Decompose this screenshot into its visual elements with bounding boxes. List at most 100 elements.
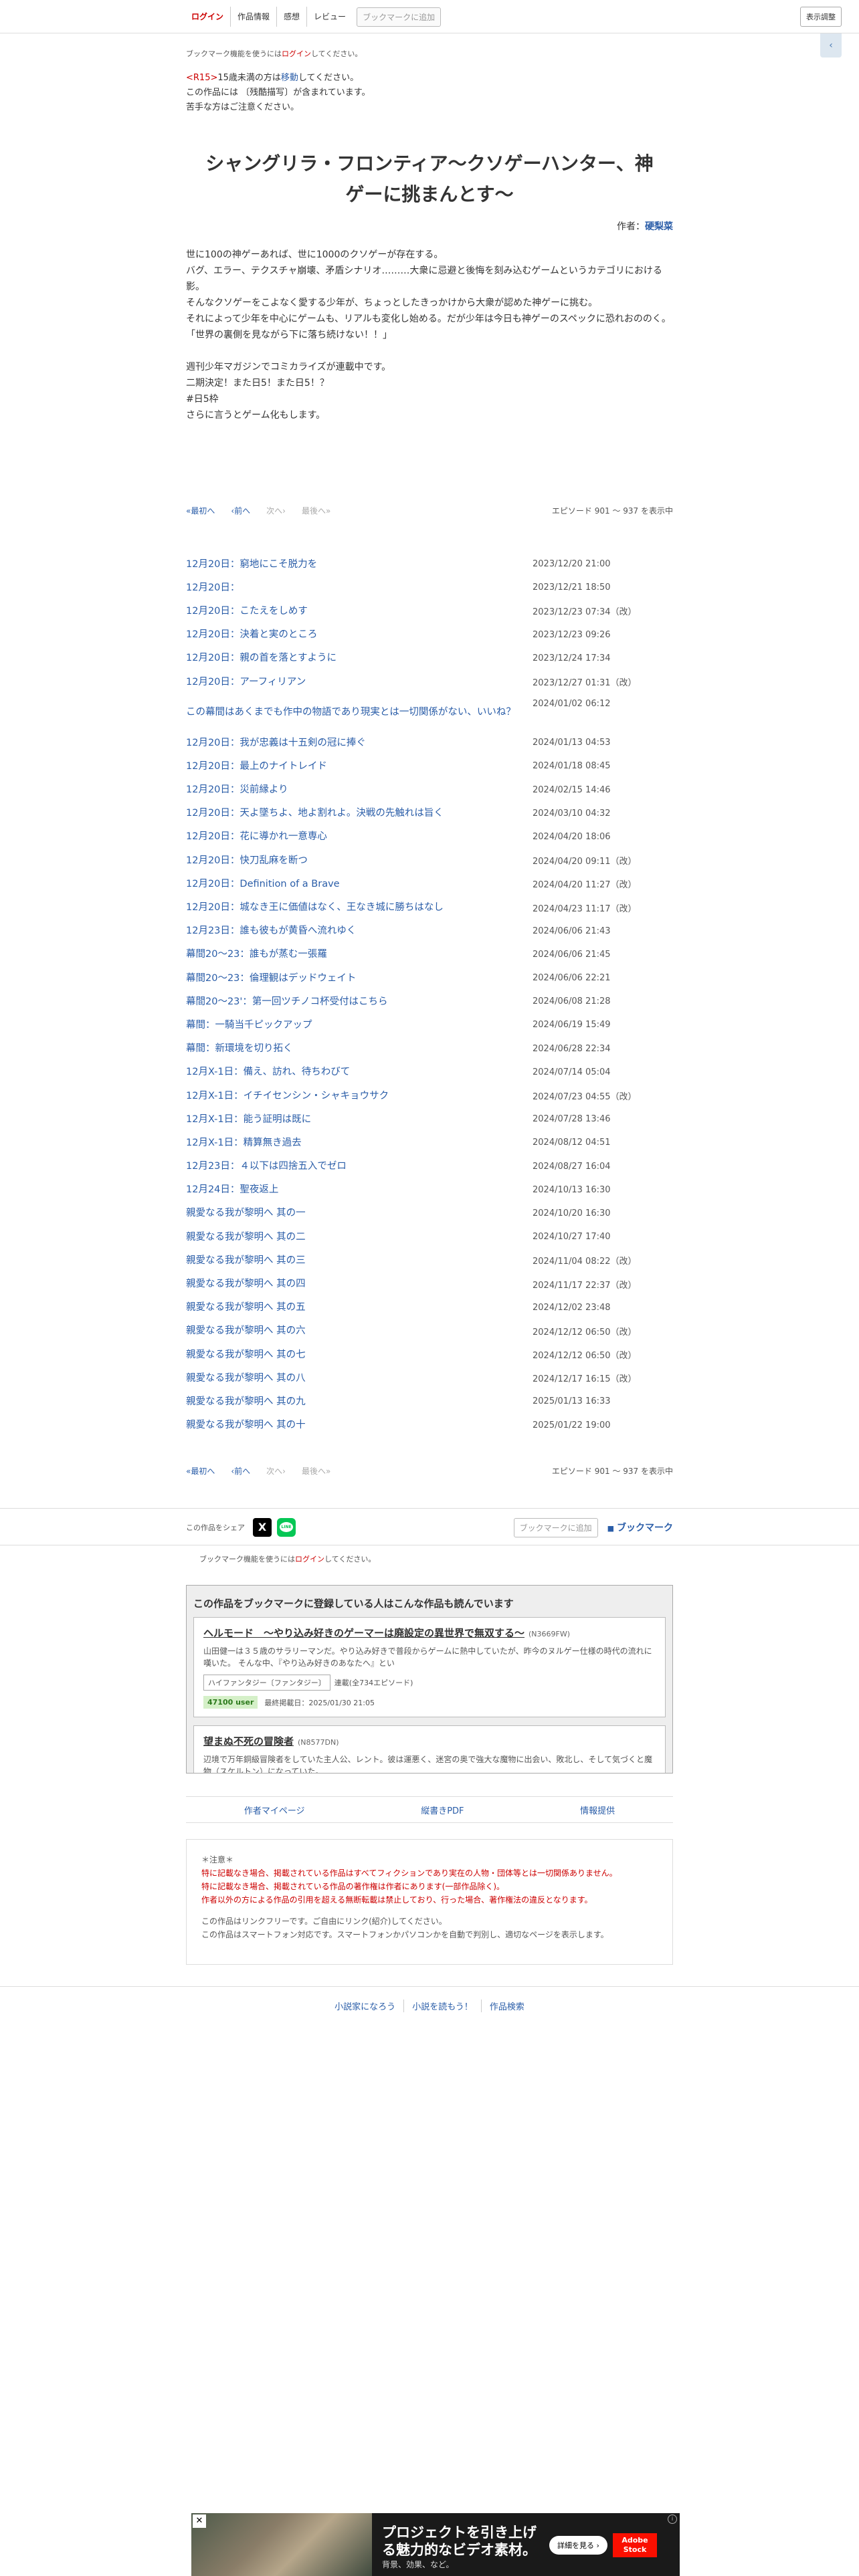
episode-date: 2024/01/13 04:53 (533, 738, 611, 748)
pager-first-link[interactable]: «最初へ (186, 1465, 215, 1477)
episode-title-link[interactable]: 12月20日：Definition of a Brave (186, 877, 534, 891)
episode-title-link[interactable]: 12月X-1日：精算無き過去 (186, 1136, 534, 1150)
episode-row: 12月20日：親の首を落とすように 2023/12/24 17:34 (186, 647, 673, 670)
episode-title-link[interactable]: 12月20日：窮地にこそ脱力を (186, 558, 534, 571)
episode-title-link[interactable]: 親愛なる我が黎明へ 其の五 (186, 1301, 534, 1314)
notice-login-link[interactable]: ログイン (295, 1555, 324, 1564)
episode-title-link[interactable]: 12月23日：誰も彼もが黄昏へ流れゆく (186, 924, 534, 938)
episode-title-link[interactable]: 12月20日：災前縁より (186, 783, 534, 796)
episode-date: 2024/01/18 08:45 (533, 761, 611, 772)
recommendation-title-link[interactable]: ヘルモード 〜やり込み好きのゲーマーは廃設定の異世界で無双する〜 (203, 1627, 524, 1639)
author-link[interactable]: 硬梨菜 (645, 221, 673, 232)
side-panel-toggle-icon[interactable]: ‹ (820, 33, 842, 58)
bookmark-link[interactable]: ブックマーク (607, 1521, 673, 1534)
episode-title-link[interactable]: 親愛なる我が黎明へ 其の十 (186, 1418, 534, 1432)
episode-title-link[interactable]: 親愛なる我が黎明へ 其の一 (186, 1206, 534, 1220)
episode-date: 2024/04/20 09:11（改） (533, 857, 637, 867)
episode-title-link[interactable]: 12月20日：決着と実のところ (186, 628, 534, 641)
bookmark-add-button[interactable]: ブックマークに追加 (357, 7, 442, 27)
line-share-icon[interactable]: LINE (277, 1518, 296, 1537)
display-settings-button[interactable]: 表示調整 (800, 7, 842, 27)
episode-row: 幕間20〜23'：第一回ツチノコ杯受付はこちら 2024/06/08 21:28 (186, 990, 673, 1013)
share-bookmark-add-button[interactable]: ブックマークに追加 (513, 1517, 598, 1537)
pager-prev-link[interactable]: ‹前へ (231, 1465, 250, 1477)
ad-cta-button[interactable]: 詳細を見る › (549, 2536, 607, 2555)
episode-date: 2023/12/20 21:00 (533, 559, 611, 570)
episode-date: 2024/06/06 21:45 (533, 949, 611, 960)
x-share-icon[interactable]: X (253, 1518, 272, 1537)
episode-title-link[interactable]: 幕間20〜23：倫理観はデッドウェイト (186, 972, 534, 985)
vertical-pdf-link[interactable]: 縦書きPDF (421, 1804, 464, 1816)
episode-title-link[interactable]: 12月X-1日：備え、訪れ、待ちわびて (186, 1065, 534, 1079)
episode-row: 幕間：新環境を切り拓く 2024/06/28 22:34 (186, 1037, 673, 1061)
episode-title-link[interactable]: 12月X-1日：能う証明は既に (186, 1113, 534, 1126)
pager-first-link[interactable]: «最初へ (186, 505, 215, 516)
recommendation-card[interactable]: 望まぬ不死の冒険者 (N8577DN) 辺境で万年銅級冒険者をしていた主人公、レン… (193, 1725, 666, 1773)
episode-row: 親愛なる我が黎明へ 其の八 2024/12/17 16:15（改） (186, 1366, 673, 1390)
rating-caution: 苦手な方はご注意ください。 (186, 102, 300, 112)
episode-title-link[interactable]: 親愛なる我が黎明へ 其の二 (186, 1230, 534, 1244)
rating-warning: この作品には 〔残酷描写〕が含まれています。 (186, 88, 371, 98)
episode-title-link[interactable]: 12月20日： (186, 581, 534, 595)
episode-title-link[interactable]: 12月20日：こたえをしめす (186, 605, 534, 618)
advertisement-banner[interactable]: ✕ プロジェクトを引き上げる魅力的なビデオ素材。 背景、効果、など。 詳細を見る… (191, 2513, 680, 2576)
login-link[interactable]: ログイン (185, 7, 231, 27)
impression-link[interactable]: 感想 (277, 7, 308, 27)
footer-link-narou[interactable]: 小説家になろう (326, 2000, 405, 2012)
recommendation-ncode: (N8577DN) (298, 1738, 339, 1747)
episode-title-link[interactable]: 12月20日：天よ墜ちよ、地よ割れよ。決戦の先触れは旨く (186, 807, 534, 820)
episode-title-link[interactable]: 幕間：一騎当千ピックアップ (186, 1018, 534, 1032)
episode-date: 2024/06/06 22:21 (533, 973, 611, 984)
footer-link-yomou[interactable]: 小説を読もう！ (404, 2000, 482, 2012)
episode-title-link[interactable]: 親愛なる我が黎明へ 其の四 (186, 1277, 534, 1291)
author-line: 作者：硬梨菜 (186, 219, 673, 233)
episode-date: 2024/06/28 22:34 (533, 1043, 611, 1054)
episode-title-link[interactable]: 12月20日：花に導かれ一意専心 (186, 830, 534, 843)
episode-title-link[interactable]: 12月23日：４以下は四捨五入でゼロ (186, 1160, 534, 1173)
novel-info-link[interactable]: 作品情報 (231, 7, 278, 27)
review-link[interactable]: レビュー (307, 7, 353, 27)
episode-title-link[interactable]: 幕間：新環境を切り拓く (186, 1042, 534, 1055)
episode-title-link[interactable]: 親愛なる我が黎明へ 其の九 (186, 1395, 534, 1408)
recommendation-card[interactable]: ヘルモード 〜やり込み好きのゲーマーは廃設定の異世界で無双する〜 (N3669FW… (193, 1617, 666, 1717)
ad-brand-logo: Adobe Stock (613, 2533, 657, 2557)
episode-title-link[interactable]: 12月20日：アーフィリアン (186, 675, 534, 689)
notice-login-link[interactable]: ログイン (282, 49, 311, 58)
episode-row: 12月20日：花に導かれ一意専心 2024/04/20 18:06 (186, 825, 673, 849)
episode-title-link[interactable]: 12月20日：城なき王に価値はなく、王なき城に勝ちはなし (186, 901, 534, 914)
episode-title-link[interactable]: 幕間20〜23'：第一回ツチノコ杯受付はこちら (186, 995, 534, 1008)
ad-info-icon[interactable]: i (668, 2514, 677, 2524)
episode-title-link[interactable]: 12月X-1日：イチイセンシン・シャキョウサク (186, 1089, 534, 1103)
r15-tag: <R15> (186, 73, 218, 83)
ad-close-icon[interactable]: ✕ (193, 2514, 206, 2528)
episode-title-link[interactable]: 12月20日：我が忠義は十五剣の冠に捧ぐ (186, 736, 534, 750)
notice-text: ブックマーク機能を使うには (199, 1555, 295, 1564)
episode-date: 2024/07/28 13:46 (533, 1114, 611, 1125)
episode-title-link[interactable]: 親愛なる我が黎明へ 其の三 (186, 1254, 534, 1267)
episode-date: 2023/12/23 09:26 (533, 629, 611, 640)
episode-title-link[interactable]: 親愛なる我が黎明へ 其の七 (186, 1348, 534, 1362)
episode-row: 親愛なる我が黎明へ 其の六 2024/12/12 06:50（改） (186, 1319, 673, 1343)
episode-title-link[interactable]: 12月24日：聖夜返上 (186, 1183, 534, 1196)
episode-row: 親愛なる我が黎明へ 其の三 2024/11/04 08:22（改） (186, 1249, 673, 1272)
episode-date: 2024/06/08 21:28 (533, 996, 611, 1007)
episode-date: 2024/11/04 08:22（改） (533, 1257, 637, 1267)
pager-next-link: 次へ› (266, 1466, 286, 1476)
episode-title-link[interactable]: 親愛なる我が黎明へ 其の八 (186, 1372, 534, 1385)
episode-row: 12月20日：快刀乱麻を断つ 2024/04/20 09:11（改） (186, 849, 673, 872)
episode-title-link[interactable]: 12月20日：親の首を落とすように (186, 651, 534, 665)
episode-title-link[interactable]: 親愛なる我が黎明へ 其の六 (186, 1324, 534, 1337)
author-mypage-link[interactable]: 作者マイページ (244, 1804, 305, 1816)
rating-notice: <R15>15歳未満の方は移動してください。 この作品には 〔残酷描写〕が含まれ… (186, 71, 673, 115)
pager-prev-link[interactable]: ‹前へ (231, 505, 250, 516)
episode-title-link[interactable]: 幕間20〜23：誰もが蒸む一張羅 (186, 948, 534, 961)
episode-title-link[interactable]: 12月20日：快刀乱麻を断つ (186, 854, 534, 867)
age-move-link[interactable]: 移動 (281, 73, 298, 83)
recommendation-updated: 最終掲載日：2025/01/30 21:05 (264, 1698, 375, 1707)
episode-title-link[interactable]: この幕間はあくまでも作中の物語であり現実とは一切関係がない、いいね？ (186, 706, 534, 719)
footer-link-search[interactable]: 作品検索 (482, 2000, 533, 2012)
episode-title-link[interactable]: 12月20日：最上のナイトレイド (186, 760, 534, 773)
report-info-link[interactable]: 情報提供 (580, 1804, 615, 1816)
recommendation-title-link[interactable]: 望まぬ不死の冒険者 (203, 1735, 294, 1747)
recommendation-users-badge: 47100 user (203, 1696, 258, 1709)
